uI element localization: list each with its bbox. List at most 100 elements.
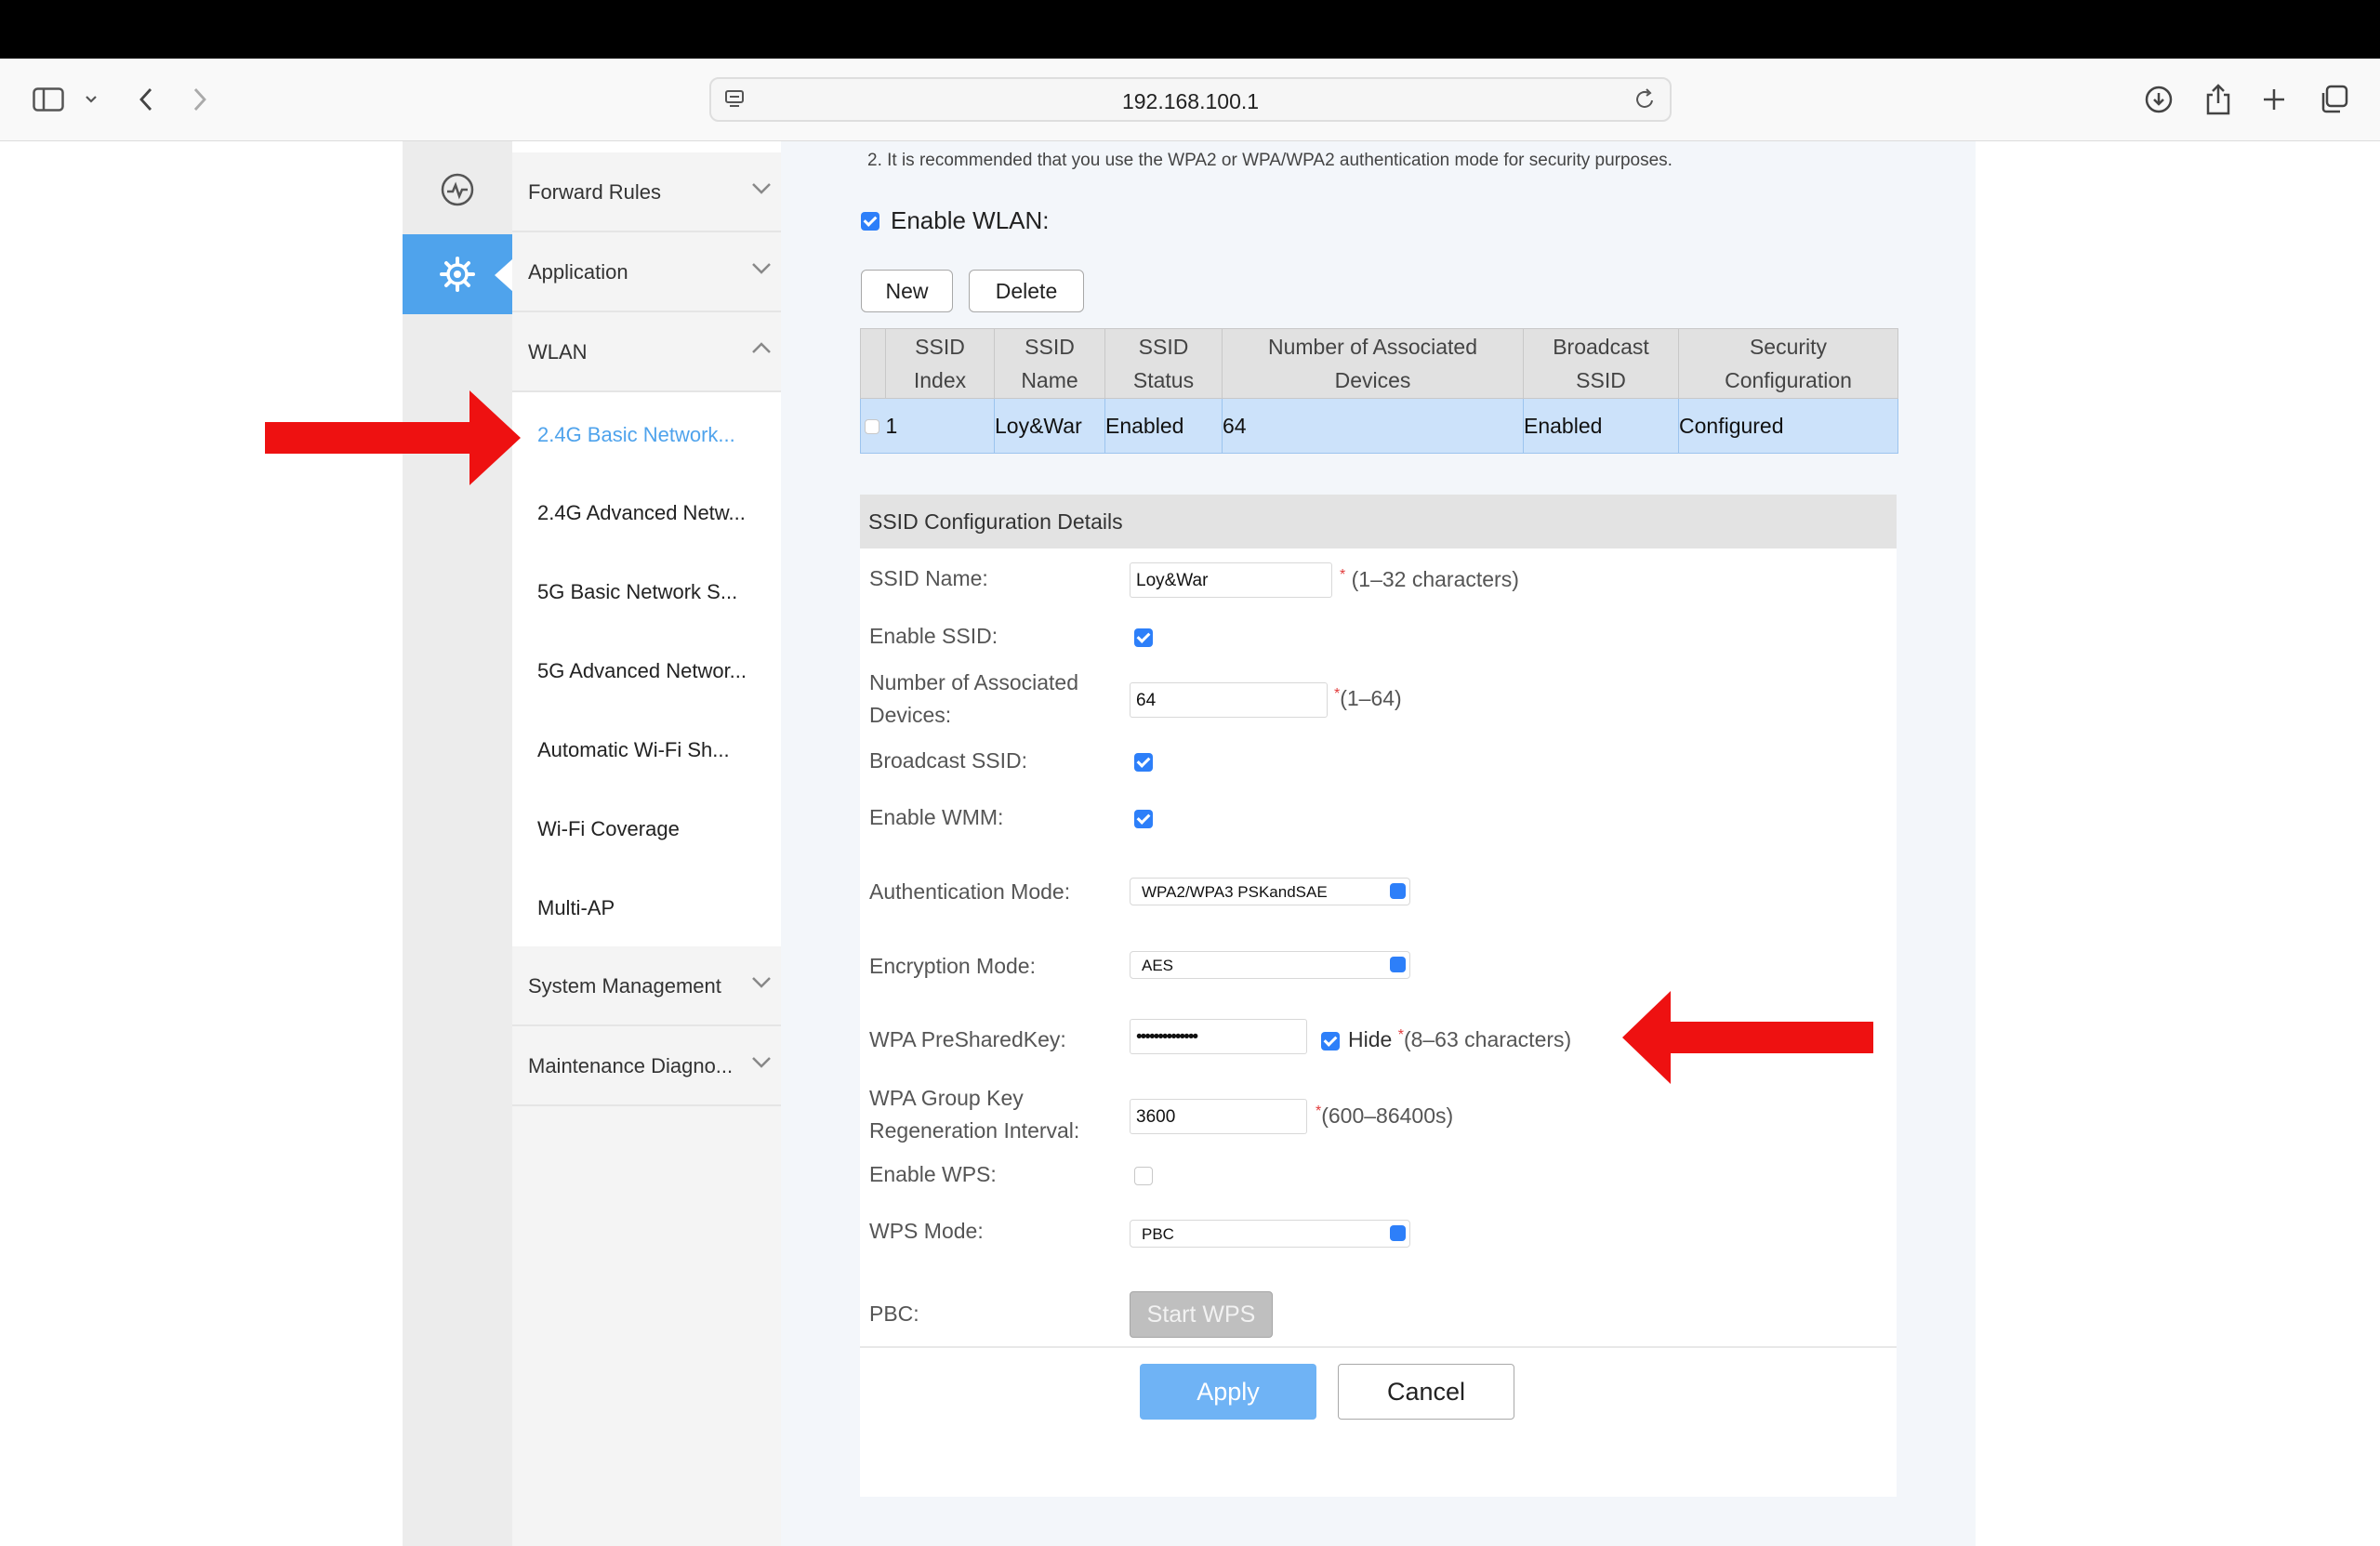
submenu-5g-basic-network[interactable]: 5G Basic Network S... xyxy=(512,552,781,630)
ssid-name-input[interactable]: Loy&War xyxy=(1130,562,1332,598)
row-checkbox[interactable] xyxy=(865,419,879,435)
submenu-label: 2.4G Advanced Netw... xyxy=(537,501,746,524)
red-arrow-left-icon xyxy=(1622,991,1873,1084)
column-header-ssid-name: SSID Name xyxy=(994,328,1105,399)
table-row[interactable]: 1 Loy&War Enabled 64 Enabled Configured xyxy=(860,398,1898,454)
cell-associated-devices: 64 xyxy=(1222,398,1524,454)
ssid-name-note: * (1–32 characters) xyxy=(1340,567,1519,591)
sidebar-toggle-icon[interactable] xyxy=(28,79,69,120)
wps-mode-select[interactable]: PBC xyxy=(1130,1220,1410,1248)
submenu-label: 5G Basic Network S... xyxy=(537,580,738,603)
menu-item-forward-rules[interactable]: Forward Rules xyxy=(512,152,781,232)
address-bar[interactable]: 192.168.100.1 xyxy=(709,77,1672,122)
authentication-mode-value: WPA2/WPA3 PSKandSAE xyxy=(1142,883,1328,901)
submenu-2g-advanced-network[interactable]: 2.4G Advanced Netw... xyxy=(512,473,781,551)
red-arrow-right-icon xyxy=(265,390,521,485)
cancel-button[interactable]: Cancel xyxy=(1338,1364,1514,1420)
reload-icon[interactable] xyxy=(1634,87,1657,116)
hide-key-label: Hide *(8–63 characters) xyxy=(1348,1027,1572,1051)
url-text: 192.168.100.1 xyxy=(1121,89,1260,113)
menu-item-application[interactable]: Application xyxy=(512,232,781,312)
menu-item-label: Forward Rules xyxy=(528,180,662,204)
associated-devices-input[interactable]: 64 xyxy=(1130,682,1328,718)
tab-overview-icon[interactable] xyxy=(2313,79,2354,120)
share-icon[interactable] xyxy=(2198,79,2239,120)
select-arrows-icon xyxy=(1390,1225,1406,1241)
menu-item-wlan[interactable]: WLAN xyxy=(512,312,781,392)
select-arrows-icon xyxy=(1390,883,1406,899)
ssid-name-label: SSID Name: xyxy=(869,566,988,590)
submenu-5g-advanced-network[interactable]: 5G Advanced Networ... xyxy=(512,631,781,709)
column-header-ssid-status: SSID Status xyxy=(1104,328,1223,399)
column-header-security-configuration: Security Configuration xyxy=(1678,328,1898,399)
enable-ssid-checkbox[interactable] xyxy=(1134,628,1153,647)
wps-mode-label: WPS Mode: xyxy=(869,1219,984,1243)
submenu-2g-basic-network[interactable]: 2.4G Basic Network... xyxy=(512,395,781,473)
chevron-down-icon xyxy=(749,1050,774,1079)
active-indicator xyxy=(495,258,513,292)
chevron-down-icon[interactable] xyxy=(73,79,110,120)
back-icon[interactable] xyxy=(126,79,166,120)
authentication-mode-label: Authentication Mode: xyxy=(869,879,1071,904)
cell-ssid-status: Enabled xyxy=(1104,398,1223,454)
details-header: SSID Configuration Details xyxy=(860,495,1897,548)
authentication-mode-select[interactable]: WPA2/WPA3 PSKandSAE xyxy=(1130,878,1410,905)
chevron-down-icon xyxy=(749,257,774,285)
delete-button[interactable]: Delete xyxy=(969,270,1084,312)
apply-button[interactable]: Apply xyxy=(1140,1364,1316,1420)
column-header-broadcast-ssid: Broadcast SSID xyxy=(1523,328,1679,399)
submenu-label: Multi-AP xyxy=(537,896,615,919)
chevron-down-icon xyxy=(749,177,774,205)
submenu-wifi-coverage[interactable]: Wi-Fi Coverage xyxy=(512,789,781,867)
cell-ssid-name: Loy&War xyxy=(994,398,1105,454)
download-icon[interactable] xyxy=(2138,79,2179,120)
divider xyxy=(860,1346,1897,1348)
select-arrows-icon xyxy=(1390,957,1406,972)
chevron-up-icon xyxy=(749,337,774,365)
submenu-label: 2.4G Basic Network... xyxy=(537,423,735,446)
associated-devices-label: Number of Associated Devices: xyxy=(869,670,1079,727)
ssid-table: SSID Index SSID Name SSID Status Number of … xyxy=(860,328,1898,454)
encryption-mode-select[interactable]: AES xyxy=(1130,951,1410,979)
cell-ssid-index: 1 xyxy=(885,398,995,454)
group-key-interval-label: WPA Group Key Regeneration Interval: xyxy=(869,1086,1080,1143)
menu-item-label: Maintenance Diagno... xyxy=(528,1054,734,1077)
icon-nav-bar xyxy=(403,141,512,1546)
new-tab-icon[interactable] xyxy=(2254,79,2294,120)
presharedkey-label: WPA PreSharedKey: xyxy=(869,1027,1066,1051)
row-select-cell[interactable] xyxy=(860,398,886,454)
enable-wlan-label: Enable WLAN: xyxy=(891,206,1050,234)
enable-wlan-row: Enable WLAN: xyxy=(861,206,1050,235)
submenu-label: 5G Advanced Networ... xyxy=(537,659,747,682)
encryption-mode-label: Encryption Mode: xyxy=(869,954,1036,978)
menu-item-label: System Management xyxy=(528,974,721,998)
broadcast-ssid-checkbox[interactable] xyxy=(1134,753,1153,772)
enable-wlan-checkbox[interactable] xyxy=(861,211,879,231)
hide-key-checkbox[interactable] xyxy=(1321,1032,1340,1050)
enable-wmm-checkbox[interactable] xyxy=(1134,810,1153,828)
wps-mode-value: PBC xyxy=(1142,1225,1174,1243)
group-key-interval-input[interactable]: 3600 xyxy=(1130,1099,1307,1134)
presharedkey-input[interactable]: •••••••••••••• xyxy=(1130,1019,1307,1054)
required-mark: * xyxy=(1340,567,1346,583)
broadcast-ssid-label: Broadcast SSID: xyxy=(869,748,1028,773)
select-column-header xyxy=(860,328,886,399)
start-wps-button[interactable]: Start WPS xyxy=(1130,1291,1273,1338)
submenu-label: Automatic Wi-Fi Sh... xyxy=(537,738,730,761)
menu-item-system-management[interactable]: System Management xyxy=(512,946,781,1026)
menu-item-label: WLAN xyxy=(528,340,588,363)
menu-item-maintenance-diagnosis[interactable]: Maintenance Diagno... xyxy=(512,1026,781,1106)
encryption-mode-value: AES xyxy=(1142,957,1174,974)
menu-empty-area xyxy=(512,1106,781,1546)
new-button[interactable]: New xyxy=(861,270,953,312)
enable-wmm-label: Enable WMM: xyxy=(869,805,1004,829)
submenu-automatic-wifi-shutdown[interactable]: Automatic Wi-Fi Sh... xyxy=(512,710,781,788)
enable-wps-checkbox[interactable] xyxy=(1134,1167,1153,1185)
forward-icon[interactable] xyxy=(179,79,220,120)
table-header-row: SSID Index SSID Name SSID Status Number of … xyxy=(860,328,1898,399)
submenu-multi-ap[interactable]: Multi-AP xyxy=(512,868,781,946)
menu-item-label: Application xyxy=(528,260,628,284)
status-monitor-icon[interactable] xyxy=(403,152,512,227)
screen-top-bar xyxy=(0,0,2380,59)
details-title: SSID Configuration Details xyxy=(868,509,1123,534)
